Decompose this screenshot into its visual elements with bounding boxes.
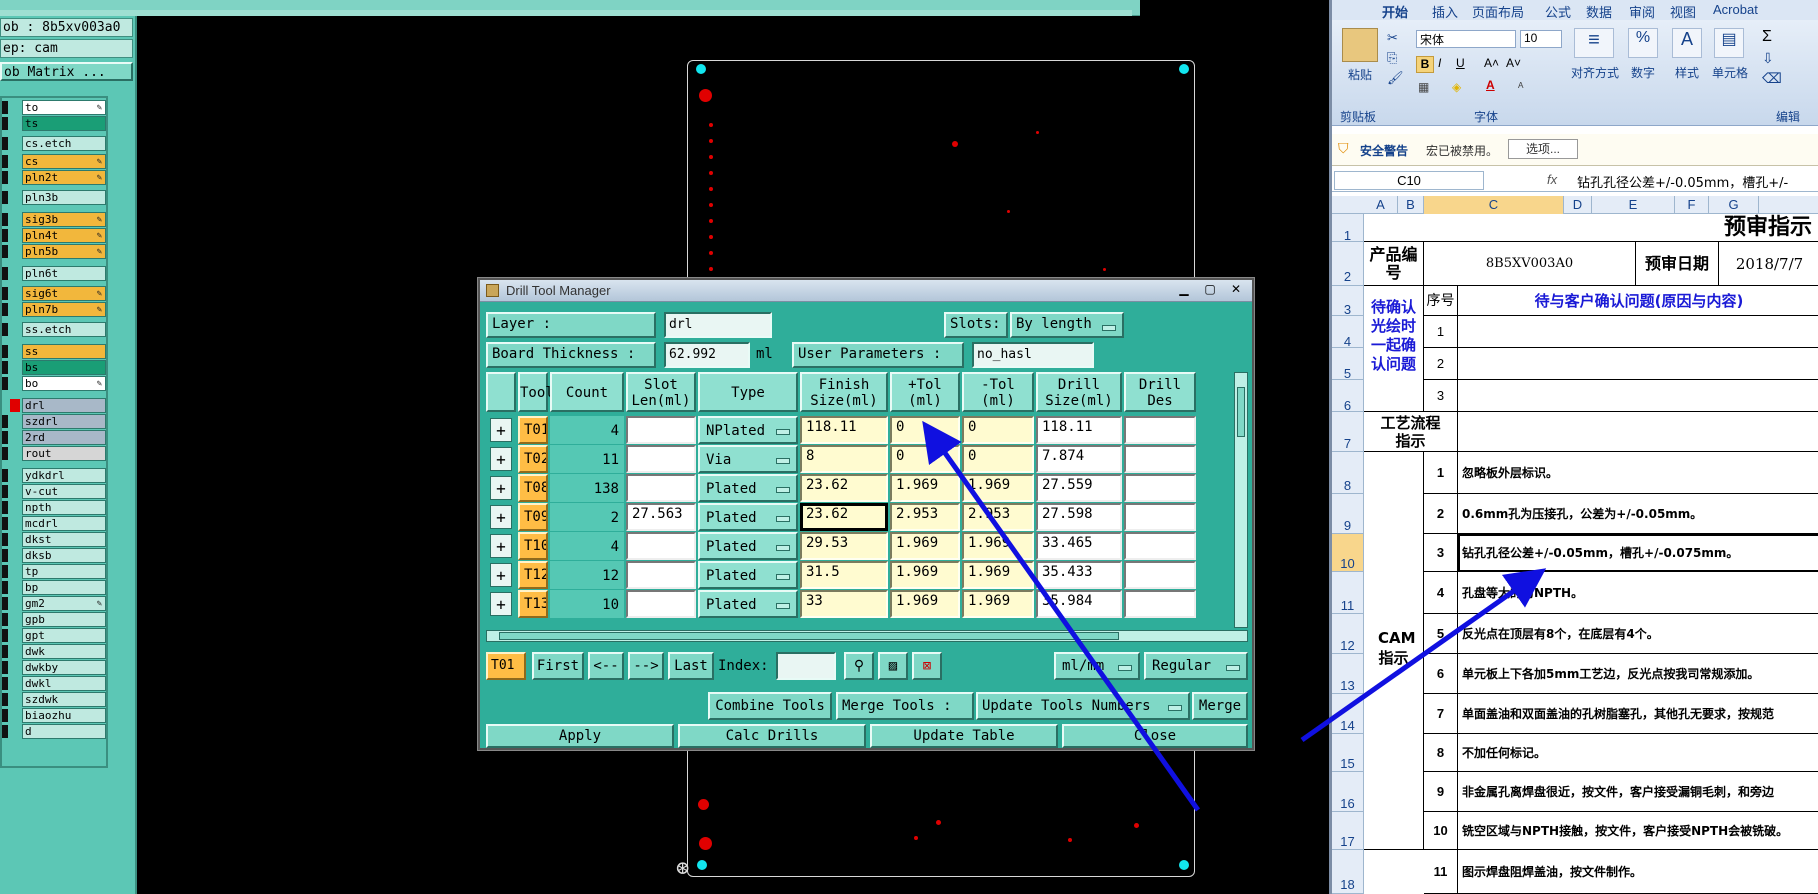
arrow-to-finish-size — [922, 420, 1201, 812]
arrow-to-excel-note — [1300, 568, 1547, 743]
annotation-arrows — [922, 420, 1547, 812]
